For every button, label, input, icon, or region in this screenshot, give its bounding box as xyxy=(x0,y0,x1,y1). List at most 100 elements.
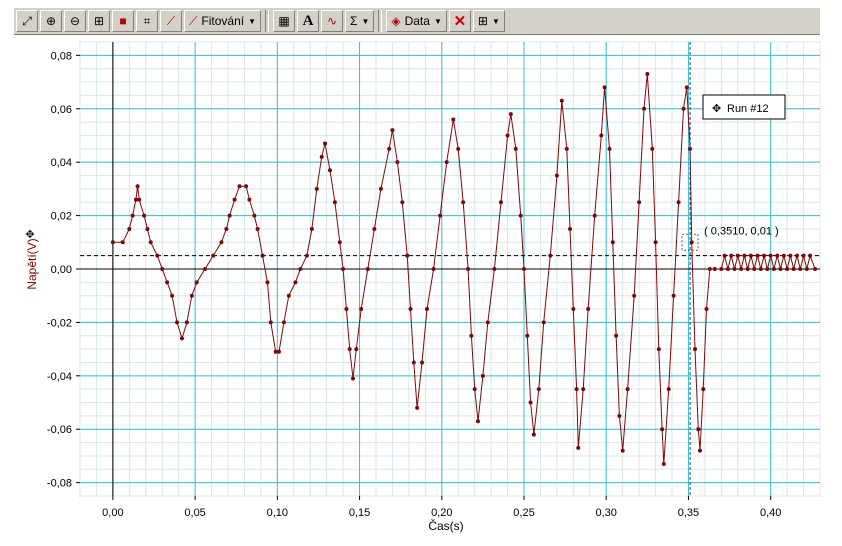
data-point[interactable] xyxy=(424,307,429,312)
data-point[interactable] xyxy=(696,427,701,432)
data-point[interactable] xyxy=(244,184,249,189)
data-point[interactable] xyxy=(671,293,676,298)
data-point[interactable] xyxy=(286,293,291,298)
data-point[interactable] xyxy=(485,320,490,325)
data-point[interactable] xyxy=(408,307,413,312)
data-point[interactable] xyxy=(344,307,349,312)
data-point[interactable] xyxy=(492,267,497,271)
data-point[interactable] xyxy=(135,184,140,189)
data-point[interactable] xyxy=(148,240,153,245)
data-point[interactable] xyxy=(785,267,790,271)
data-point[interactable] xyxy=(130,213,135,218)
data-point[interactable] xyxy=(498,200,503,205)
data-point[interactable] xyxy=(645,72,650,77)
data-point[interactable] xyxy=(707,267,712,271)
data-point[interactable] xyxy=(298,267,303,271)
data-point[interactable] xyxy=(571,307,576,312)
data-point[interactable] xyxy=(614,333,619,338)
data-point[interactable] xyxy=(469,333,474,338)
data-point[interactable] xyxy=(405,253,410,258)
data-point[interactable] xyxy=(559,98,564,103)
data-point[interactable] xyxy=(813,267,818,271)
data-point[interactable] xyxy=(625,387,630,392)
data-point[interactable] xyxy=(775,253,780,258)
data-point[interactable] xyxy=(155,253,160,258)
data-point[interactable] xyxy=(461,200,466,205)
data-point[interactable] xyxy=(778,267,783,271)
data-point[interactable] xyxy=(265,280,270,285)
data-point[interactable] xyxy=(719,267,724,271)
data-point[interactable] xyxy=(219,240,224,245)
data-point[interactable] xyxy=(293,280,298,285)
data-point[interactable] xyxy=(110,240,115,245)
data-point[interactable] xyxy=(505,133,510,138)
data-point[interactable] xyxy=(227,213,232,218)
data-point[interactable] xyxy=(771,267,776,271)
data-point[interactable] xyxy=(620,448,625,453)
data-point[interactable] xyxy=(642,106,647,111)
data-point[interactable] xyxy=(586,307,591,312)
data-point[interactable] xyxy=(661,461,666,466)
data-point[interactable] xyxy=(395,160,400,165)
data-point[interactable] xyxy=(350,376,355,381)
data-point[interactable] xyxy=(745,267,750,271)
data-point[interactable] xyxy=(319,154,324,159)
data-point[interactable] xyxy=(729,253,734,258)
data-point[interactable] xyxy=(701,387,706,392)
data-point[interactable] xyxy=(175,320,180,325)
data-point[interactable] xyxy=(781,253,786,258)
data-point[interactable] xyxy=(309,226,314,231)
data-point[interactable] xyxy=(531,432,536,437)
data-point[interactable] xyxy=(522,267,526,271)
data-point[interactable] xyxy=(365,267,370,271)
data-point[interactable] xyxy=(354,347,359,352)
data-point[interactable] xyxy=(390,128,395,133)
data-point[interactable] xyxy=(211,253,216,258)
data-point[interactable] xyxy=(656,347,661,352)
data-point[interactable] xyxy=(400,200,405,205)
data-point[interactable] xyxy=(798,267,803,271)
data-point[interactable] xyxy=(145,226,150,231)
data-point[interactable] xyxy=(788,253,793,258)
data-point[interactable] xyxy=(801,253,806,258)
data-point[interactable] xyxy=(637,200,642,205)
data-point[interactable] xyxy=(268,320,273,325)
data-point[interactable] xyxy=(451,117,456,122)
data-point[interactable] xyxy=(518,213,523,218)
data-point[interactable] xyxy=(359,307,364,312)
data-point[interactable] xyxy=(722,253,727,258)
data-point[interactable] xyxy=(475,419,480,424)
data-point[interactable] xyxy=(327,168,332,173)
data-point[interactable] xyxy=(808,253,813,258)
data-point[interactable] xyxy=(341,267,346,271)
legend[interactable]: ✥ Run #12 xyxy=(702,94,786,120)
data-point[interactable] xyxy=(438,213,443,218)
data-point[interactable] xyxy=(681,106,686,111)
data-point[interactable] xyxy=(378,186,383,191)
data-point[interactable] xyxy=(323,141,328,146)
data-point[interactable] xyxy=(255,226,260,231)
data-point[interactable] xyxy=(372,226,377,231)
data-point[interactable] xyxy=(260,253,265,258)
data-point[interactable] xyxy=(752,267,757,271)
data-point[interactable] xyxy=(508,112,513,117)
data-point[interactable] xyxy=(444,160,449,165)
data-point[interactable] xyxy=(528,400,533,405)
data-point[interactable] xyxy=(456,146,461,151)
data-point[interactable] xyxy=(179,336,184,341)
data-point[interactable] xyxy=(742,253,747,258)
data-point[interactable] xyxy=(804,267,809,271)
data-point[interactable] xyxy=(791,267,796,271)
data-point[interactable] xyxy=(592,213,597,218)
data-point[interactable] xyxy=(472,387,477,392)
data-point[interactable] xyxy=(142,213,147,218)
data-point[interactable] xyxy=(120,240,125,245)
data-point[interactable] xyxy=(564,146,569,151)
data-point[interactable] xyxy=(617,413,622,418)
data-point[interactable] xyxy=(466,267,471,271)
data-point[interactable] xyxy=(697,448,702,453)
data-point[interactable] xyxy=(194,280,199,285)
data-point[interactable] xyxy=(224,226,229,231)
data-point[interactable] xyxy=(568,226,573,231)
data-point[interactable] xyxy=(137,197,142,202)
